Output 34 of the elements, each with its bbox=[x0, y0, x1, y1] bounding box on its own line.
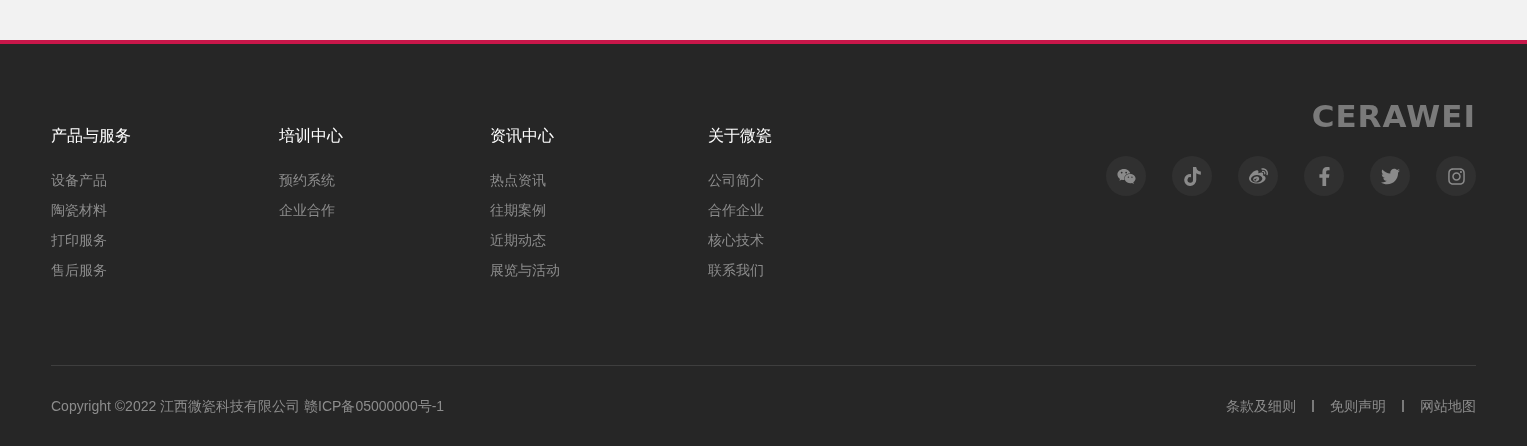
social-button[interactable] bbox=[1304, 156, 1344, 196]
copyright-text: Copyright ©2022 江西微瓷科技有限公司 赣ICP备05000000号-1 bbox=[51, 396, 445, 416]
footer-link[interactable]: 展览与活动 bbox=[490, 260, 560, 280]
legal-link[interactable]: 条款及细则 bbox=[1226, 395, 1296, 417]
column-heading: 培训中心 bbox=[279, 126, 344, 146]
footer-link[interactable]: 公司简介 bbox=[708, 170, 764, 190]
footer-link[interactable]: 陶瓷材料 bbox=[51, 200, 107, 220]
twitter-icon bbox=[1380, 166, 1400, 186]
footer-link[interactable]: 售后服务 bbox=[51, 260, 107, 280]
footer-link[interactable]: 热点资讯 bbox=[490, 170, 546, 190]
social-button[interactable] bbox=[1436, 156, 1476, 196]
social-button[interactable] bbox=[1238, 156, 1278, 196]
footer-link[interactable]: 近期动态 bbox=[490, 230, 546, 250]
footer-link[interactable]: 核心技术 bbox=[708, 230, 764, 250]
social-button[interactable] bbox=[1172, 156, 1212, 196]
legal-link[interactable]: 网站地图 bbox=[1420, 395, 1476, 417]
column-heading: 资讯中心 bbox=[490, 126, 555, 146]
footer-link[interactable]: 合作企业 bbox=[708, 200, 764, 220]
footer-link[interactable]: 预约系统 bbox=[279, 170, 335, 190]
instagram-icon bbox=[1446, 166, 1466, 186]
column-heading: 关于微瓷 bbox=[708, 126, 773, 146]
column-heading: 产品与服务 bbox=[51, 126, 132, 146]
legal-link[interactable]: 免则声明 bbox=[1330, 395, 1386, 417]
social-button[interactable] bbox=[1106, 156, 1146, 196]
wechat-icon bbox=[1116, 166, 1136, 186]
footer-link[interactable]: 往期案例 bbox=[490, 200, 546, 220]
logo: CERAWEI bbox=[1311, 100, 1476, 132]
weibo-icon bbox=[1248, 166, 1268, 186]
social-button[interactable] bbox=[1370, 156, 1410, 196]
footer-link[interactable]: 企业合作 bbox=[279, 200, 335, 220]
footer-link[interactable]: 设备产品 bbox=[51, 170, 107, 190]
footer-link[interactable]: 打印服务 bbox=[51, 230, 107, 250]
footer-link[interactable]: 联系我们 bbox=[708, 260, 764, 280]
tiktok-icon bbox=[1182, 166, 1202, 186]
